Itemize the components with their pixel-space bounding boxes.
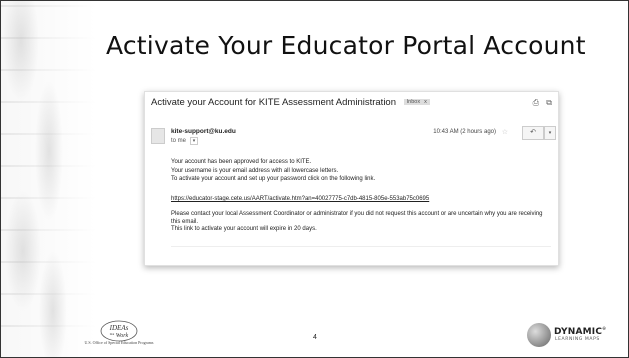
email-top-actions: ⎙ ⧉	[528, 98, 552, 108]
dlm-word-text: DYNAMIC	[554, 327, 603, 337]
more-button[interactable]: ▾	[544, 126, 556, 140]
body-line: Your account has been approved for acces…	[171, 159, 312, 165]
slide: Activate Your Educator Portal Account Ac…	[0, 0, 629, 358]
decorative-background	[1, 1, 96, 357]
email-timestamp: 10:43 AM (2 hours ago)	[433, 129, 496, 135]
body-line: this email.	[171, 218, 199, 225]
page-number: 4	[313, 334, 317, 341]
svg-text:IDEAs: IDEAs	[109, 324, 129, 332]
avatar	[151, 128, 165, 144]
email-screenshot: Activate your Account for KITE Assessmen…	[144, 91, 559, 266]
reply-button[interactable]: ↶	[522, 126, 544, 140]
dlm-registered-mark: ®	[602, 326, 607, 331]
reply-icon: ↶	[530, 129, 536, 136]
email-body-part-1: Your account has been approved for acces…	[171, 159, 551, 185]
ideas-caption: U.S. Office of Special Education Program…	[84, 340, 154, 345]
dlm-subtitle: LEARNING MAPS	[555, 337, 600, 342]
email-body-part-2: Please contact your local Assessment Coo…	[171, 211, 551, 234]
svg-text:Work: Work	[116, 333, 129, 339]
more-dropdown-icon: ▾	[548, 130, 552, 136]
star-icon[interactable]: ☆	[502, 128, 508, 136]
activation-link[interactable]: https://educator-stage.cete.us/AART/acti…	[171, 196, 429, 202]
email-subject-text: Activate your Account for KITE Assessmen…	[151, 97, 396, 108]
popout-icon[interactable]: ⧉	[546, 98, 552, 107]
slide-title: Activate Your Educator Portal Account	[106, 31, 586, 60]
body-line: Your username is your email address with…	[171, 167, 339, 174]
divider	[171, 246, 551, 247]
body-line: Please contact your local Assessment Coo…	[171, 211, 543, 217]
inbox-label-close[interactable]: x	[424, 99, 427, 105]
inbox-label[interactable]: Inbox x	[403, 99, 430, 106]
dlm-wordmark: DYNAMIC®	[554, 326, 606, 337]
recipient-text: to me	[171, 138, 187, 144]
email-sender[interactable]: kite-support@ku.edu	[171, 128, 236, 135]
email-subject: Activate your Account for KITE Assessmen…	[151, 97, 430, 108]
recipient-details-icon[interactable]: ▾	[189, 137, 199, 145]
inbox-label-text: Inbox	[406, 99, 421, 106]
body-line: This link to activate your account will …	[171, 226, 317, 232]
dynamic-learning-maps-logo: DYNAMIC® LEARNING MAPS	[527, 323, 627, 349]
body-line: To activate your account and set up your…	[171, 176, 376, 182]
recipient-line[interactable]: to me ▾	[171, 137, 199, 145]
dlm-globe-icon	[527, 323, 551, 347]
svg-text:that: that	[110, 332, 115, 336]
print-icon[interactable]: ⎙	[533, 98, 539, 107]
